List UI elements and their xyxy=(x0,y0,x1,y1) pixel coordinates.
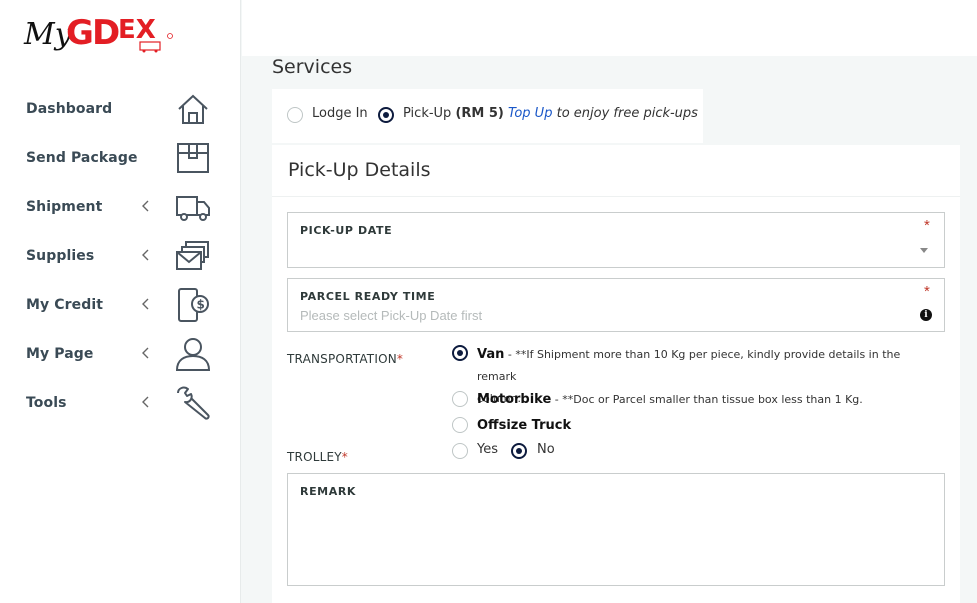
mygdex-logo[interactable]: My G D EX xyxy=(22,4,182,56)
sidebar-item-supplies[interactable]: Supplies xyxy=(0,236,241,276)
trolley-no-radio[interactable] xyxy=(511,443,527,459)
required-marker: * xyxy=(924,283,930,300)
transportation-label: TRANSPORTATION* xyxy=(287,352,404,366)
offsize-truck-text: Offsize Truck xyxy=(477,414,571,436)
pickup-date-label: PICK-UP DATE xyxy=(300,224,393,237)
sidebar-item-label: Tools xyxy=(26,395,67,411)
motorbike-radio[interactable] xyxy=(452,391,468,407)
lodge-in-label: Lodge In xyxy=(312,106,368,121)
trolley-yes-label: Yes xyxy=(477,442,498,457)
sidebar-item-label: Shipment xyxy=(26,199,103,215)
pick-up-label-group: Pick-Up (RM 5) Top Up to enjoy free pick… xyxy=(403,106,698,121)
pick-up-price: (RM 5) xyxy=(455,106,504,121)
offsize-truck-radio[interactable] xyxy=(452,417,468,433)
sidebar-item-send-package[interactable]: Send Package xyxy=(0,138,241,178)
chevron-left-icon xyxy=(142,298,149,310)
svg-text:D: D xyxy=(92,13,120,53)
info-icon[interactable]: i xyxy=(920,309,932,321)
pickup-details-card: Pick-Up Details PICK-UP DATE * PARCEL RE… xyxy=(272,145,960,603)
van-description: - **If Shipment more than 10 Kg per piec… xyxy=(477,348,901,383)
svg-text:G: G xyxy=(66,13,94,53)
motorbike-description: - **Doc or Parcel smaller than tissue bo… xyxy=(551,393,863,406)
chevron-left-icon xyxy=(142,396,149,408)
truck-icon xyxy=(176,196,210,221)
sidebar-item-label: My Page xyxy=(26,346,94,362)
chevron-left-icon xyxy=(142,200,149,212)
trolley-yes-radio[interactable] xyxy=(452,443,468,459)
trolley-label: TROLLEY* xyxy=(287,450,348,464)
required-marker: * xyxy=(924,217,930,234)
wrench-icon xyxy=(177,386,210,420)
home-icon xyxy=(178,94,208,124)
remark-textarea[interactable]: REMARK xyxy=(287,473,945,586)
motorbike-text: Motorbike - **Doc or Parcel smaller than… xyxy=(477,388,863,410)
sidebar-item-label: My Credit xyxy=(26,297,104,313)
parcel-ready-time-placeholder: Please select Pick-Up Date first xyxy=(300,308,483,323)
parcel-ready-time-field[interactable]: PARCEL READY TIME * Please select Pick-U… xyxy=(287,278,945,332)
dropdown-caret-icon xyxy=(920,248,928,253)
envelopes-icon xyxy=(176,241,209,270)
trolley-no-label: No xyxy=(537,442,555,457)
sidebar-item-my-page[interactable]: My Page xyxy=(0,334,241,374)
top-up-text: to enjoy free pick-ups xyxy=(556,106,698,121)
pickup-date-select[interactable]: PICK-UP DATE * xyxy=(287,212,945,268)
van-label: Van xyxy=(477,347,505,362)
services-options: Lodge In Pick-Up (RM 5) Top Up to enjoy … xyxy=(272,89,703,143)
chevron-left-icon xyxy=(142,249,149,261)
svg-text:$: $ xyxy=(197,298,205,312)
parcel-ready-time-label: PARCEL READY TIME xyxy=(300,290,436,303)
van-radio[interactable] xyxy=(452,345,468,361)
offsize-truck-label: Offsize Truck xyxy=(477,418,572,433)
remark-label: REMARK xyxy=(300,485,357,498)
svg-text:EX: EX xyxy=(118,15,156,45)
top-header xyxy=(242,0,977,56)
sidebar-item-dashboard[interactable]: Dashboard xyxy=(0,89,241,129)
pick-up-label: Pick-Up xyxy=(403,106,452,121)
services-title: Services xyxy=(272,56,353,78)
wallet-dollar-icon: $ xyxy=(178,288,209,322)
top-up-link[interactable]: Top Up xyxy=(508,106,552,121)
pickup-details-title: Pick-Up Details xyxy=(288,159,431,181)
sidebar-item-label: Dashboard xyxy=(26,101,113,117)
sidebar-item-label: Supplies xyxy=(26,248,95,264)
chevron-left-icon xyxy=(142,347,149,359)
package-icon xyxy=(177,143,209,173)
sidebar-item-tools[interactable]: Tools xyxy=(0,383,241,423)
sidebar-item-label: Send Package xyxy=(26,150,138,166)
pick-up-radio[interactable] xyxy=(378,107,394,123)
user-icon xyxy=(175,338,211,371)
pickup-details-header: Pick-Up Details xyxy=(272,145,960,197)
sidebar-item-my-credit[interactable]: My Credit $ xyxy=(0,285,241,325)
sidebar: My G D EX Dashboard Send Package Shipmen… xyxy=(0,0,241,603)
motorbike-label: Motorbike xyxy=(477,392,552,407)
sidebar-item-shipment[interactable]: Shipment xyxy=(0,187,241,227)
lodge-in-radio[interactable] xyxy=(287,107,303,123)
